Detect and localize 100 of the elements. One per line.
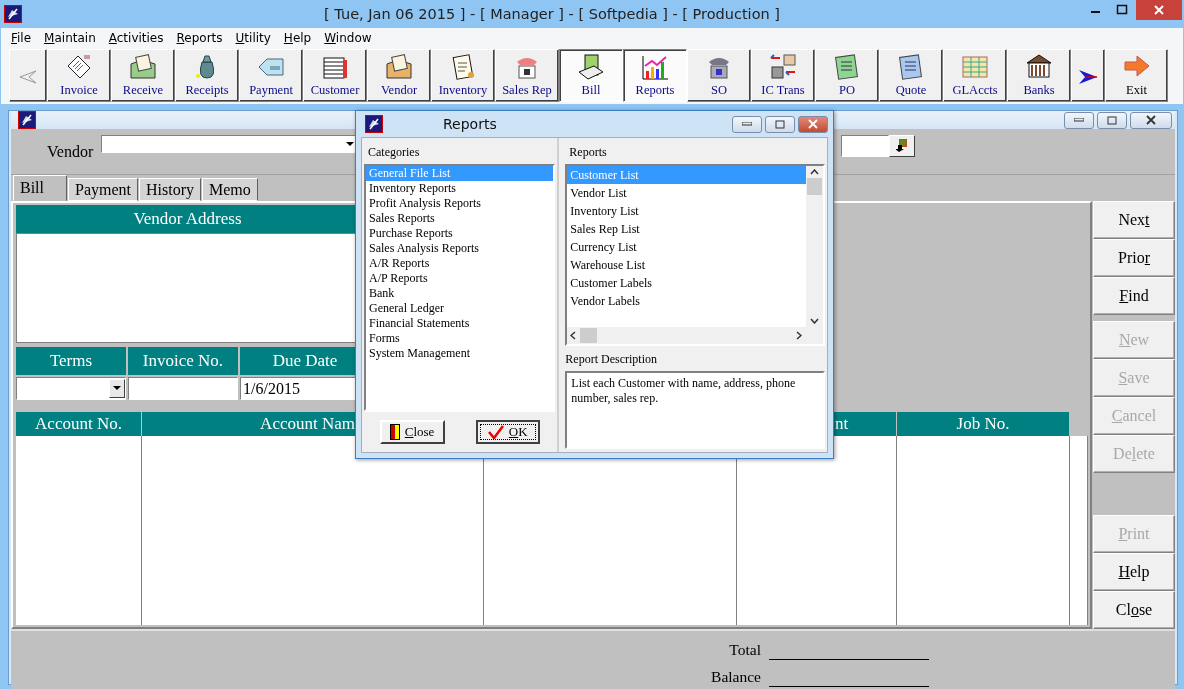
checkmark-icon xyxy=(487,425,504,439)
list-item[interactable]: Currency List xyxy=(567,238,806,256)
side-button[interactable]: Help xyxy=(1093,553,1175,591)
app-icon xyxy=(18,111,36,129)
column-header: Invoice No. xyxy=(128,347,240,375)
menu-item[interactable]: Window xyxy=(318,30,379,45)
chevron-left-icon[interactable] xyxy=(570,331,577,340)
toolbar-button[interactable]: SO xyxy=(687,49,751,102)
menu-item[interactable]: Help xyxy=(277,30,319,45)
menu-item[interactable]: Reports xyxy=(170,30,230,45)
menu-item[interactable]: File xyxy=(5,30,39,45)
menu-item[interactable]: Activities xyxy=(102,30,171,45)
minimize-button[interactable] xyxy=(732,115,762,133)
tab[interactable]: Payment xyxy=(68,178,138,201)
list-item[interactable]: General Ledger xyxy=(366,301,554,316)
caret-icon xyxy=(113,386,121,391)
app-icon xyxy=(365,115,383,133)
close-icon xyxy=(1146,115,1156,125)
list-item[interactable]: Customer Labels xyxy=(567,274,806,292)
ok-button[interactable]: OK xyxy=(475,420,540,444)
forward-button[interactable] xyxy=(1071,49,1105,102)
side-button[interactable]: Next xyxy=(1093,201,1175,239)
window-title: [ Tue, Jan 06 2015 ] - [ Manager ] - [ Softpedia ] - [ Production ] xyxy=(324,6,780,22)
tab[interactable]: Memo xyxy=(202,178,258,201)
back-button[interactable] xyxy=(9,49,47,102)
vertical-scrollbar[interactable] xyxy=(806,166,823,327)
list-item[interactable]: A/R Reports xyxy=(366,256,554,271)
minimize-icon xyxy=(1074,118,1084,122)
list-item[interactable]: Inventory Reports xyxy=(366,181,554,196)
toolbar-button[interactable]: GLAccts xyxy=(943,49,1007,102)
input-field[interactable] xyxy=(128,377,238,400)
total-label: Balance xyxy=(710,668,762,687)
reports-label: Reports xyxy=(568,144,608,161)
menu-item[interactable]: Utility xyxy=(229,30,278,45)
exit-button[interactable]: Exit xyxy=(1105,49,1168,102)
side-button[interactable]: Find xyxy=(1093,277,1175,315)
restore-button[interactable] xyxy=(765,115,795,133)
toolbar-button[interactable]: Banks xyxy=(1007,49,1071,102)
grid-arrow-icon xyxy=(896,139,908,153)
list-item[interactable]: Purchase Reports xyxy=(366,226,554,241)
minimize-icon xyxy=(742,122,752,126)
list-item[interactable]: Financial Statements xyxy=(366,316,554,331)
list-item[interactable]: Sales Rep List xyxy=(567,220,806,238)
list-item[interactable]: Sales Reports xyxy=(366,211,554,226)
toolbar-button[interactable]: Quote xyxy=(879,49,943,102)
column-header: Job No. xyxy=(897,412,1070,436)
list-item[interactable]: Vendor Labels xyxy=(567,292,806,310)
close-button[interactable] xyxy=(798,115,828,133)
scroll-thumb[interactable] xyxy=(807,178,822,195)
menu-item[interactable]: Maintain xyxy=(38,30,103,45)
close-button[interactable] xyxy=(1130,111,1172,129)
list-item[interactable]: Forms xyxy=(366,331,554,346)
list-item[interactable]: Sales Analysis Reports xyxy=(366,241,554,256)
side-button[interactable]: Close xyxy=(1093,591,1175,629)
toolbar-button[interactable]: Vendor xyxy=(367,49,431,102)
toolbar-button[interactable]: Inventory xyxy=(431,49,495,102)
scroll-thumb[interactable] xyxy=(580,328,598,343)
list-item[interactable]: Profit Analysis Reports xyxy=(366,196,554,211)
description-label: Report Description xyxy=(565,351,658,368)
toolbar-button[interactable]: Customer xyxy=(303,49,367,102)
toolbar-button[interactable]: Sales Rep xyxy=(495,49,559,102)
toolbar-button[interactable]: Receipts xyxy=(175,49,239,102)
vendor-dropdown[interactable] xyxy=(101,135,358,153)
tab[interactable]: Bill xyxy=(13,175,67,201)
list-item[interactable]: A/P Reports xyxy=(366,271,554,286)
column-header: Terms xyxy=(16,347,128,375)
close-icon[interactable] xyxy=(1136,0,1182,20)
toolbar-button[interactable]: Invoice xyxy=(47,49,111,102)
categories-label: Categories xyxy=(367,144,421,161)
folder-icon xyxy=(384,52,414,82)
arrow-right-icon xyxy=(1078,68,1098,85)
lookup-field[interactable] xyxy=(841,135,889,157)
restore-icon xyxy=(1107,115,1117,125)
restore-button[interactable] xyxy=(1097,111,1127,129)
horizontal-scrollbar[interactable] xyxy=(567,327,823,344)
list-item[interactable]: Vendor List xyxy=(567,184,806,202)
lookup-button[interactable] xyxy=(889,135,915,157)
document-icon xyxy=(576,52,606,82)
boxes-icon xyxy=(768,52,798,82)
app-icon xyxy=(4,5,22,23)
list-item[interactable]: Warehouse List xyxy=(567,256,806,274)
terms-dropdown[interactable] xyxy=(16,377,126,400)
toolbar-button[interactable]: Payment xyxy=(239,49,303,102)
close-button[interactable]: Close xyxy=(379,420,445,444)
tab[interactable]: History xyxy=(139,178,201,201)
toolbar-button[interactable]: PO xyxy=(815,49,879,102)
chevron-right-icon[interactable] xyxy=(796,331,802,340)
reports-list[interactable]: Customer List Vendor List Inventory List Sales Rep List Currency List Warehouse List Customer Labels Vendor Labels xyxy=(565,164,825,346)
chevron-down-icon[interactable] xyxy=(810,318,819,324)
toolbar-button[interactable]: Bill xyxy=(559,49,623,102)
toolbar-button[interactable]: IC Trans xyxy=(751,49,815,102)
column-header: Account No. xyxy=(16,412,142,436)
toolbar-button[interactable]: Receive xyxy=(111,49,175,102)
categories-list[interactable] xyxy=(364,164,556,411)
list-item[interactable]: Bank xyxy=(366,286,554,301)
toolbar-button[interactable]: Reports xyxy=(623,49,687,102)
chevron-up-icon[interactable] xyxy=(810,169,819,175)
minimize-button[interactable] xyxy=(1064,111,1094,129)
list-item[interactable]: Inventory List xyxy=(567,202,806,220)
side-button[interactable]: Prior xyxy=(1093,239,1175,277)
